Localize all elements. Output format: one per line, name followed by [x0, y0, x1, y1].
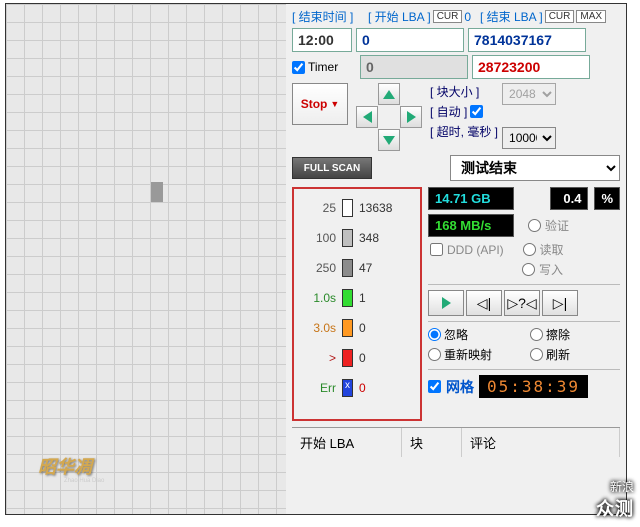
status-select[interactable]: 测试结束: [450, 155, 620, 181]
col-block[interactable]: 块: [402, 428, 462, 457]
verify-radio[interactable]: 验证: [528, 217, 569, 234]
col-comment[interactable]: 评论: [462, 428, 620, 457]
control-panel: [ 结束时间 ] [ 开始 LBA ] CUR 0 [ 结束 LBA ] CUR…: [286, 4, 626, 514]
legend-row: 3.0s0: [308, 319, 406, 337]
end-lba-label: [ 结束 LBA ]: [480, 8, 543, 25]
timeout-label: [ 超时, 毫秒 ]: [430, 123, 498, 140]
time-input[interactable]: 12:00: [292, 28, 352, 52]
nav-left-button[interactable]: [356, 106, 378, 128]
refresh-radio[interactable]: 刷新: [530, 346, 620, 363]
erase-radio[interactable]: 擦除: [530, 326, 620, 343]
current-lba-display: 0: [360, 55, 468, 79]
remap-radio[interactable]: 重新映射: [428, 346, 518, 363]
end-lba-input[interactable]: 7814037167: [468, 28, 586, 52]
cur-badge-2[interactable]: CUR: [545, 10, 575, 23]
block-size-label: [ 块大小 ]: [430, 83, 479, 100]
step-end-button[interactable]: ▷|: [542, 290, 578, 316]
legend-row: 1.0s1: [308, 289, 406, 307]
timeout-select[interactable]: 10000: [502, 127, 556, 149]
legend-row: 2513638: [308, 199, 406, 217]
log-header: 开始 LBA 块 评论: [292, 427, 620, 457]
cur-badge-1[interactable]: CUR: [433, 10, 463, 23]
elapsed-timer: 05:38:39: [479, 375, 588, 398]
nav-right-button[interactable]: [400, 106, 422, 128]
speed-display: 168 MB/s: [428, 214, 514, 237]
timer-checkbox[interactable]: [292, 61, 305, 74]
size-display: 14.71 GB: [428, 187, 514, 210]
nav-down-button[interactable]: [378, 129, 400, 151]
legend-box: 2513638 100348 25047 1.0s1 3.0s0 >0 Errx0: [292, 187, 422, 421]
grid-checkbox[interactable]: [428, 380, 441, 393]
pct-display: 0.4: [550, 187, 588, 210]
full-scan-button[interactable]: FULL SCAN: [292, 157, 372, 179]
cur-val-1: 0: [464, 10, 471, 24]
nav-up-button[interactable]: [378, 83, 400, 105]
timer-label: Timer: [308, 60, 338, 74]
pct-symbol: %: [594, 187, 620, 210]
start-lba-label: [ 开始 LBA ]: [368, 8, 431, 25]
legend-row: Errx0: [308, 379, 406, 397]
max-badge[interactable]: MAX: [576, 10, 606, 23]
step-back-button[interactable]: ◁|: [466, 290, 502, 316]
write-radio[interactable]: 写入: [522, 261, 620, 278]
sina-watermark: 新浪 众测: [596, 478, 634, 521]
step-fwd-button[interactable]: ▷?◁: [504, 290, 540, 316]
nav-dpad: [352, 83, 426, 151]
col-start-lba[interactable]: 开始 LBA: [292, 428, 402, 457]
block-size-select[interactable]: 2048: [502, 83, 556, 105]
watermark-sub: Zhao Hua Diao: [64, 478, 104, 484]
auto-label: [ 自动 ]: [430, 103, 467, 120]
end-time-label: [ 结束时间 ]: [292, 8, 353, 25]
grid-label: 网格: [446, 377, 474, 397]
start-lba-input[interactable]: 0: [356, 28, 464, 52]
ddd-checkbox[interactable]: DDD (API) 读取: [430, 241, 620, 258]
processed-lba-display: 28723200: [472, 55, 590, 79]
auto-checkbox[interactable]: [470, 105, 483, 118]
scan-grid: 昭华凋 Zhao Hua Diao: [6, 4, 286, 514]
stop-button[interactable]: Stop ▼: [292, 83, 348, 125]
legend-row: 25047: [308, 259, 406, 277]
legend-row: 100348: [308, 229, 406, 247]
ignore-radio[interactable]: 忽略: [428, 326, 518, 343]
legend-row: >0: [308, 349, 406, 367]
watermark: 昭华凋: [38, 453, 92, 479]
grid-progress-cell: [151, 182, 163, 202]
play-button[interactable]: [428, 290, 464, 316]
